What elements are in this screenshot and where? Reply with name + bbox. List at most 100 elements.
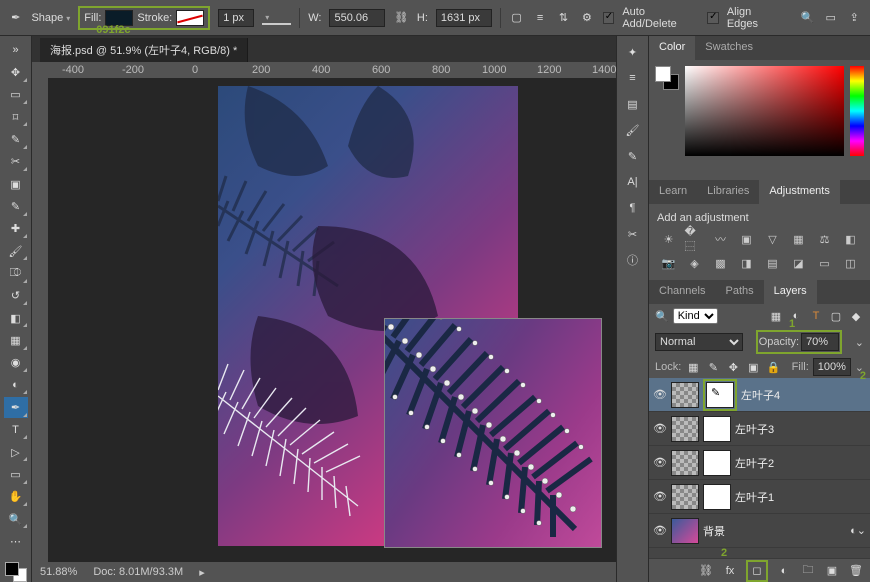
new-group-icon[interactable]: 🗀 xyxy=(800,563,816,579)
layer-row[interactable]: 👁 左叶子2 xyxy=(649,446,870,480)
gradmap-icon[interactable]: ▭ xyxy=(815,254,835,272)
history-brush-tool[interactable]: ↺ xyxy=(4,286,28,306)
stroke-style-select[interactable] xyxy=(262,11,291,25)
align-icon[interactable]: ≡ xyxy=(532,10,547,26)
height-input[interactable] xyxy=(436,9,492,27)
path-ops-icon[interactable]: ▢ xyxy=(509,10,524,26)
threshold-icon[interactable]: ◪ xyxy=(789,254,809,272)
doc-size-readout[interactable]: Doc: 8.01M/93.3M xyxy=(93,566,183,578)
layer-name[interactable]: 左叶子2 xyxy=(735,455,866,471)
lock-pixels-icon[interactable]: ✎ xyxy=(705,359,721,375)
info-panel-icon[interactable]: ⓘ xyxy=(625,252,641,268)
layer-fill-input[interactable] xyxy=(813,358,851,376)
healing-tool[interactable]: ✚ xyxy=(4,219,28,239)
zoom-tool[interactable]: 🔍 xyxy=(4,509,28,529)
brightness-icon[interactable]: ☀ xyxy=(659,230,679,248)
new-layer-icon[interactable]: ▣ xyxy=(824,563,840,579)
eraser-tool[interactable]: ◧ xyxy=(4,308,28,328)
arrange-icon[interactable]: ⇅ xyxy=(556,10,571,26)
filter-type-icon[interactable]: T xyxy=(808,308,824,324)
shape-mode-select[interactable]: Shape xyxy=(31,12,70,24)
glyphs-panel-icon[interactable]: ✂ xyxy=(625,226,641,242)
layer-row[interactable]: 👁 背景 ◐⌄ xyxy=(649,514,870,548)
layer-thumb[interactable] xyxy=(671,518,699,544)
auto-add-delete-check[interactable] xyxy=(603,12,615,24)
blend-mode-select[interactable]: Normal xyxy=(655,333,743,351)
crop-tool[interactable]: ✂ xyxy=(4,152,28,172)
add-mask-icon[interactable]: ◻ xyxy=(749,563,765,579)
stroke-width-input[interactable] xyxy=(218,9,254,27)
lock-artboard-icon[interactable]: ▣ xyxy=(745,359,761,375)
tool-preset-icon[interactable]: ✒ xyxy=(8,10,23,26)
tab-libraries[interactable]: Libraries xyxy=(697,180,759,204)
document-tab[interactable]: 海报.psd @ 51.9% (左叶子4, RGB/8) * xyxy=(40,38,248,62)
stamp-tool[interactable]: ⎄ xyxy=(4,263,28,283)
filter-shape-icon[interactable]: ▢ xyxy=(828,308,844,324)
dodge-tool[interactable]: ◐ xyxy=(4,375,28,395)
ruler-horizontal[interactable]: -400-200 0200 400600 8001000 12001400 xyxy=(32,62,616,78)
shape-tool[interactable]: ▭ xyxy=(4,464,28,484)
tab-color[interactable]: Color xyxy=(649,36,695,60)
search-icon[interactable]: 🔍 xyxy=(800,10,815,26)
delete-layer-icon[interactable]: 🗑 xyxy=(848,563,864,579)
layer-row[interactable]: 👁 ✎ 左叶子4 xyxy=(649,378,870,412)
tab-adjustments[interactable]: Adjustments xyxy=(759,180,840,204)
link-layers-icon[interactable]: ⛓ xyxy=(698,563,714,579)
bw-icon[interactable]: ◧ xyxy=(841,230,861,248)
layer-name[interactable]: 左叶子4 xyxy=(741,387,866,403)
lasso-tool[interactable]: ⌑ xyxy=(4,107,28,127)
exposure-icon[interactable]: ▣ xyxy=(737,230,757,248)
share-icon[interactable]: ⇪ xyxy=(846,10,861,26)
paragraph-panel-icon[interactable]: ¶ xyxy=(625,200,641,216)
posterize-icon[interactable]: ▤ xyxy=(763,254,783,272)
filter-adj-icon[interactable]: ◐ xyxy=(788,308,804,324)
brushes-panel-icon[interactable]: 🖌 xyxy=(625,122,641,138)
eyedropper-tool[interactable]: ✎ xyxy=(4,196,28,216)
visibility-toggle[interactable]: 👁 xyxy=(653,524,667,537)
layer-row[interactable]: 👁 左叶子1 xyxy=(649,480,870,514)
canvas[interactable]: 1 xyxy=(48,78,616,562)
foreground-background-swatch[interactable] xyxy=(5,562,27,582)
zoom-readout[interactable]: 51.88% xyxy=(40,566,77,578)
link-wh-icon[interactable]: ⛓ xyxy=(393,10,408,26)
quick-select-tool[interactable]: ✎ xyxy=(4,129,28,149)
workspace-icon[interactable]: ▭ xyxy=(823,10,838,26)
expand-tools-icon[interactable]: » xyxy=(4,40,28,60)
history-panel-icon[interactable]: ✦ xyxy=(625,44,641,60)
hue-slider[interactable] xyxy=(850,66,864,156)
layer-mask-thumb[interactable] xyxy=(703,416,731,442)
layer-thumb[interactable] xyxy=(671,416,699,442)
filter-pixel-icon[interactable]: ▦ xyxy=(768,308,784,324)
smart-filter-expand-icon[interactable]: ◐⌄ xyxy=(850,523,866,539)
type-tool[interactable]: T xyxy=(4,420,28,440)
blur-tool[interactable]: ◉ xyxy=(4,353,28,373)
layer-row[interactable]: 👁 左叶子3 xyxy=(649,412,870,446)
tab-layers[interactable]: Layers xyxy=(764,280,817,304)
color-fgbg[interactable] xyxy=(655,66,679,90)
lock-transparency-icon[interactable]: ▦ xyxy=(685,359,701,375)
pen-tool[interactable]: ✒ xyxy=(4,397,28,417)
layer-list[interactable]: 👁 ✎ 左叶子4 👁 左叶子3 👁 xyxy=(649,378,870,558)
tab-learn[interactable]: Learn xyxy=(649,180,697,204)
width-input[interactable] xyxy=(329,9,385,27)
stroke-swatch[interactable] xyxy=(176,10,204,26)
path-select-tool[interactable]: ▷ xyxy=(4,442,28,462)
lut-icon[interactable]: ▩ xyxy=(711,254,731,272)
fill-swatch[interactable] xyxy=(105,10,133,26)
layer-thumb[interactable] xyxy=(671,382,699,408)
vibrance-icon[interactable]: ▽ xyxy=(763,230,783,248)
character-panel-icon[interactable]: A| xyxy=(625,174,641,190)
lock-all-icon[interactable]: 🔒 xyxy=(765,359,781,375)
move-tool[interactable]: ✥ xyxy=(4,62,28,82)
frame-tool[interactable]: ▣ xyxy=(4,174,28,194)
actions-panel-icon[interactable]: ≡ xyxy=(625,70,641,86)
layer-thumb[interactable] xyxy=(671,484,699,510)
visibility-toggle[interactable]: 👁 xyxy=(653,422,667,435)
brush-tool[interactable]: 🖌 xyxy=(4,241,28,261)
channel-mixer-icon[interactable]: ◈ xyxy=(685,254,705,272)
levels-icon[interactable]: �⿱ xyxy=(685,230,705,248)
tab-swatches[interactable]: Swatches xyxy=(695,36,763,60)
marquee-tool[interactable]: ▭ xyxy=(4,85,28,105)
gear-icon[interactable]: ⚙ xyxy=(579,10,594,26)
layer-filter-kind[interactable]: Kind xyxy=(673,308,718,324)
